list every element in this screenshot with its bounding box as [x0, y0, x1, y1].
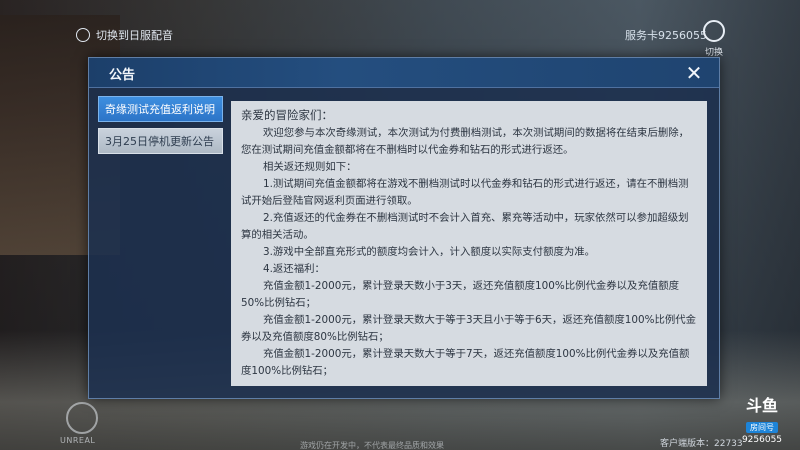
paragraph-tier-2: 充值金额1-2000元，累计登录天数大于等于3天且小于等于6天，返还充值额度10… — [241, 314, 697, 343]
dialog-header: 公告 ✕ — [89, 58, 719, 88]
paragraph-intro: 欢迎您参与本次奇缘测试，本次测试为付费删档测试，本次测试期间的数据将在结束后删除… — [241, 127, 690, 156]
client-version: 客户端版本：22733 — [660, 439, 743, 449]
dev-notice: 游戏仍在开发中，不代表最终品质和效果 — [300, 441, 444, 450]
announcement-tabs: 奇缘测试充值返利说明 3月25日停机更新公告 — [98, 96, 223, 160]
announcement-dialog: 公告 ✕ 奇缘测试充值返利说明 3月25日停机更新公告 亲爱的冒险家们： 欢迎您… — [88, 57, 720, 399]
stream-room-badge: 斗鱼 房间号 9256055 — [733, 397, 791, 447]
close-icon[interactable]: ✕ — [681, 60, 707, 86]
room-number: 9256055 — [741, 435, 783, 445]
user-icon — [76, 28, 90, 42]
paragraph-rule-1: 1.测试期间充值金额都将在游戏不删档测试时以代金券和钻石的形式进行返还，请在不删… — [241, 178, 689, 207]
tab-recharge-rebate[interactable]: 奇缘测试充值返利说明 — [98, 96, 223, 122]
paragraph-tier-3: 充值金额1-2000元，累计登录天数大于等于7天，返还充值额度100%比例代金券… — [241, 348, 690, 377]
engine-label: UNREAL — [60, 436, 96, 445]
paragraph-rules-heading: 相关返还规则如下： — [263, 161, 357, 173]
unreal-logo-icon — [66, 402, 98, 434]
paragraph-rule-3: 3.游戏中全部直充形式的额度均会计入，计入额度以实际支付额度为准。 — [263, 246, 596, 258]
server-label: 服务卡9256055 — [625, 29, 707, 42]
dialog-title: 公告 — [109, 68, 136, 83]
announcement-content[interactable]: 亲爱的冒险家们： 欢迎您参与本次奇缘测试，本次测试为付费删档测试，本次测试期间的… — [231, 101, 707, 386]
greeting: 亲爱的冒险家们： — [241, 108, 333, 122]
switch-voice-label: 切换到日服配音 — [96, 29, 173, 42]
room-tag: 房间号 — [746, 422, 778, 433]
douyu-logo: 斗鱼 — [745, 396, 778, 415]
switch-account-icon[interactable] — [703, 20, 725, 42]
paragraph-tier-1: 充值金额1-2000元，累计登录天数小于3天，返还充值额度100%比例代金券以及… — [241, 280, 680, 309]
tab-maintenance-notice[interactable]: 3月25日停机更新公告 — [98, 128, 223, 154]
paragraph-rule-2: 2.充值返还的代金券在不删档测试时不会计入首充、累充等活动中，玩家依然可以参加超… — [241, 212, 689, 241]
switch-voice-button[interactable]: 切换到日服配音 — [76, 27, 173, 43]
paragraph-rule-4: 4.返还福利： — [263, 263, 325, 275]
